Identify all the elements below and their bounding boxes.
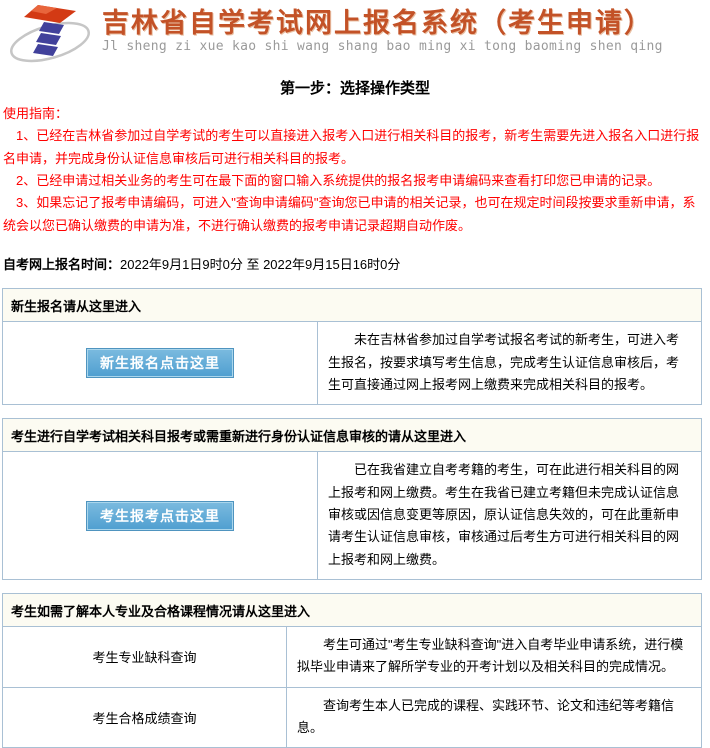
- site-title-pinyin: Jl sheng zi xue kao shi wang shang bao m…: [102, 39, 663, 54]
- site-title-block: 吉林省自学考试网上报名系统（考生申请） Jl sheng zi xue kao …: [102, 3, 663, 54]
- query-section-header: 考生如需了解本人专业及合格课程情况请从这里进入: [3, 594, 701, 627]
- query-section: 考生如需了解本人专业及合格课程情况请从这里进入 考生专业缺科查询 考生可通过"考…: [2, 593, 702, 748]
- major-missing-course-query-desc-text: 考生可通过"考生专业缺科查询"进入自考毕业申请系统，进行模拟毕业申请来了解所学专…: [297, 634, 689, 679]
- candidate-exam-apply-button[interactable]: 考生报考点击这里: [86, 501, 234, 531]
- major-missing-course-query-cell: 考生专业缺科查询: [3, 627, 287, 687]
- usage-guide: 使用指南： 1、已经在吉林省参加过自学考试的考生可以直接进入报考入口进行相关科目…: [0, 103, 710, 237]
- exam-apply-section-header: 考生进行自学考试相关科目报考或需重新进行身份认证信息审核的请从这里进入: [3, 419, 701, 452]
- guide-item-2: 2、已经申请过相关业务的考生可在最下面的窗口输入系统提供的报名报考申请编码来查看…: [3, 170, 704, 192]
- registration-time-line: 自考网上报名时间：2022年9月1日9时0分 至 2022年9月15日16时0分: [3, 254, 707, 273]
- new-student-section: 新生报名请从这里进入 新生报名点击这里 未在吉林省参加过自学考试报名考试的新考生…: [2, 288, 702, 405]
- passed-scores-query-link[interactable]: 考生合格成绩查询: [92, 708, 196, 727]
- usage-guide-heading: 使用指南：: [3, 103, 704, 125]
- new-student-description: 未在吉林省参加过自学考试报名考试的新考生，可进入考生报名，按要求填写考生信息，完…: [328, 329, 689, 396]
- table-row: 考生专业缺科查询 考生可通过"考生专业缺科查询"进入自考毕业申请系统，进行模拟毕…: [3, 627, 701, 687]
- exam-apply-description: 已在我省建立自考考籍的考生，可在此进行相关科目的网上报考和网上缴费。考生在我省已…: [328, 459, 689, 571]
- exam-apply-section: 考生进行自学考试相关科目报考或需重新进行身份认证信息审核的请从这里进入 考生报考…: [2, 418, 702, 580]
- passed-scores-query-desc-text: 查询考生本人已完成的课程、实践环节、论文和违纪等考籍信息。: [297, 695, 689, 740]
- major-missing-course-query-desc: 考生可通过"考生专业缺科查询"进入自考毕业申请系统，进行模拟毕业申请来了解所学专…: [287, 627, 701, 687]
- app-header: 吉林省自学考试网上报名系统（考生申请） Jl sheng zi xue kao …: [0, 0, 710, 70]
- passed-scores-query-cell: 考生合格成绩查询: [3, 688, 287, 748]
- new-student-section-header: 新生报名请从这里进入: [3, 289, 701, 322]
- registration-time-value: 2022年9月1日9时0分 至 2022年9月15日16时0分: [120, 257, 400, 272]
- exam-apply-desc-cell: 已在我省建立自考考籍的考生，可在此进行相关科目的网上报考和网上缴费。考生在我省已…: [318, 452, 701, 579]
- passed-scores-query-desc: 查询考生本人已完成的课程、实践环节、论文和违纪等考籍信息。: [287, 688, 701, 748]
- table-row: 考生合格成绩查询 查询考生本人已完成的课程、实践环节、论文和违纪等考籍信息。: [3, 687, 701, 748]
- guide-item-3: 3、如果忘记了报考申请编码，可进入"查询申请编码"查询您已申请的相关记录，也可在…: [3, 192, 704, 237]
- jilin-selfexam-logo-icon: [8, 3, 102, 67]
- site-title: 吉林省自学考试网上报名系统（考生申请）: [102, 8, 663, 39]
- new-student-desc-cell: 未在吉林省参加过自学考试报名考试的新考生，可进入考生报名，按要求填写考生信息，完…: [318, 322, 701, 404]
- new-student-register-button[interactable]: 新生报名点击这里: [86, 348, 234, 378]
- new-student-button-cell: 新生报名点击这里: [3, 322, 318, 404]
- registration-time-label: 自考网上报名时间：: [3, 257, 120, 272]
- guide-item-1: 1、已经在吉林省参加过自学考试的考生可以直接进入报考入口进行相关科目的报考，新考…: [3, 125, 704, 170]
- major-missing-course-query-link[interactable]: 考生专业缺科查询: [92, 647, 196, 666]
- exam-apply-button-cell: 考生报考点击这里: [3, 452, 318, 579]
- step-title: 第一步：选择操作类型: [0, 77, 710, 98]
